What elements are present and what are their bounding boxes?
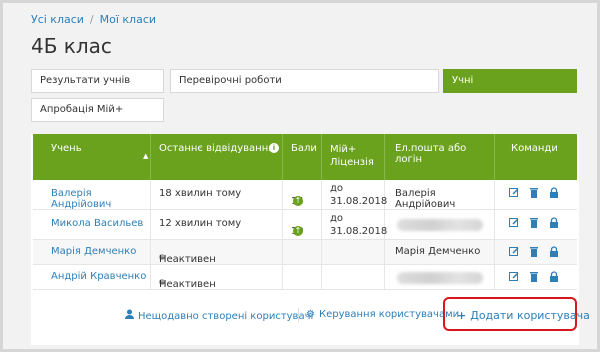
last-visit-text: Неактивен (159, 254, 216, 265)
th-points-label: Бали (291, 143, 317, 154)
student-name-link[interactable]: Микола Васильев (51, 218, 143, 229)
edit-icon[interactable] (509, 217, 519, 228)
lock-icon[interactable] (549, 187, 559, 198)
trash-icon[interactable] (529, 246, 539, 257)
th-license-label: Мій+ Ліцензія (330, 144, 374, 168)
th-commands-label: Команди (511, 143, 558, 154)
license-value: до 31.08.2018 (330, 213, 388, 237)
license-value: до 31.08.2018 (330, 183, 388, 207)
breadcrumb-separator: / (89, 13, 94, 26)
recent-users-link[interactable]: Нещодавно створені користувачі (125, 309, 313, 322)
th-last-visit-label: Останнє відвідування (159, 143, 275, 154)
footer-divider (298, 308, 299, 322)
add-user-label: Додати користувача (470, 309, 590, 322)
last-visit-text: Неактивен (159, 279, 216, 290)
table-row: Марія Демченко Неактивен Марія Демченко (33, 240, 577, 265)
th-commands: Команди (495, 134, 577, 180)
lock-icon[interactable] (549, 246, 559, 257)
recent-users-label: Нещодавно створені користувачі (138, 311, 314, 322)
tab-results[interactable]: Результати учнів (31, 69, 164, 93)
lock-icon[interactable] (549, 271, 559, 282)
commands-cell (495, 240, 577, 264)
blurred-email (397, 219, 483, 231)
email-value: Марія Демченко (395, 246, 481, 257)
edit-icon[interactable] (509, 246, 519, 257)
arrow-up-icon: ↑ (293, 226, 303, 236)
breadcrumb: Усі класи / Мої класи (31, 13, 156, 26)
student-name-link[interactable]: Андрій Кравченко (51, 271, 146, 282)
commands-cell (495, 265, 577, 289)
email-value: Валерія Андрійович (395, 188, 456, 210)
commands-cell (495, 180, 577, 209)
breadcrumb-my-classes[interactable]: Мої класи (100, 13, 156, 26)
th-email: Ел.пошта або логін (385, 134, 495, 180)
table-row: Андрій Кравченко Неактивен (33, 265, 577, 290)
add-user-button[interactable]: + Додати користувача (457, 309, 590, 322)
trash-icon[interactable] (529, 271, 539, 282)
gear-icon: ⚙ (306, 309, 315, 320)
table-row: Валерія Андрійович 18 хвилин тому 14↑ до… (33, 180, 577, 210)
tab-approbation[interactable]: Апробація Мій+ (31, 98, 164, 122)
table-row: Микола Васильев 12 хвилин тому 19↑ до 31… (33, 210, 577, 240)
th-points: Бали (283, 134, 322, 180)
trash-icon[interactable] (529, 217, 539, 228)
student-name-link[interactable]: Марія Демченко (51, 246, 136, 257)
table-header: Учень ▲ Останнє відвідування i Бали Мій+… (33, 134, 577, 180)
user-icon (125, 309, 134, 322)
edit-icon[interactable] (509, 187, 519, 198)
plus-icon: + (457, 309, 467, 322)
manage-users-link[interactable]: ⚙ Керування користувачами (306, 309, 459, 320)
arrow-up-icon: ↑ (293, 196, 303, 206)
last-visit: 18 хвилин тому (159, 188, 242, 199)
commands-cell (495, 210, 577, 239)
tab-checks[interactable]: Перевірочні роботи (170, 69, 439, 93)
blurred-email (397, 272, 483, 284)
page: Усі класи / Мої класи 4Б клас Результати у… (3, 3, 597, 349)
edit-icon[interactable] (509, 271, 519, 282)
page-title: 4Б клас (31, 34, 112, 58)
student-name-link[interactable]: Валерія Андрійович (51, 188, 150, 210)
th-last-visit: Останнє відвідування i (151, 134, 283, 180)
sort-up-icon: ▲ (143, 152, 149, 160)
info-icon[interactable]: i (269, 143, 279, 153)
lock-icon[interactable] (549, 217, 559, 228)
tab-students[interactable]: Учні (443, 69, 577, 93)
breadcrumb-all-classes[interactable]: Усі класи (31, 13, 84, 26)
th-email-label: Ел.пошта або логін (395, 143, 467, 165)
trash-icon[interactable] (529, 187, 539, 198)
th-student-label: Учень (51, 143, 82, 154)
manage-users-label: Керування користувачами (318, 309, 460, 320)
th-license: Мій+ Ліцензія (322, 134, 385, 180)
last-visit: 12 хвилин тому (159, 218, 242, 229)
th-student[interactable]: Учень ▲ (33, 134, 151, 180)
